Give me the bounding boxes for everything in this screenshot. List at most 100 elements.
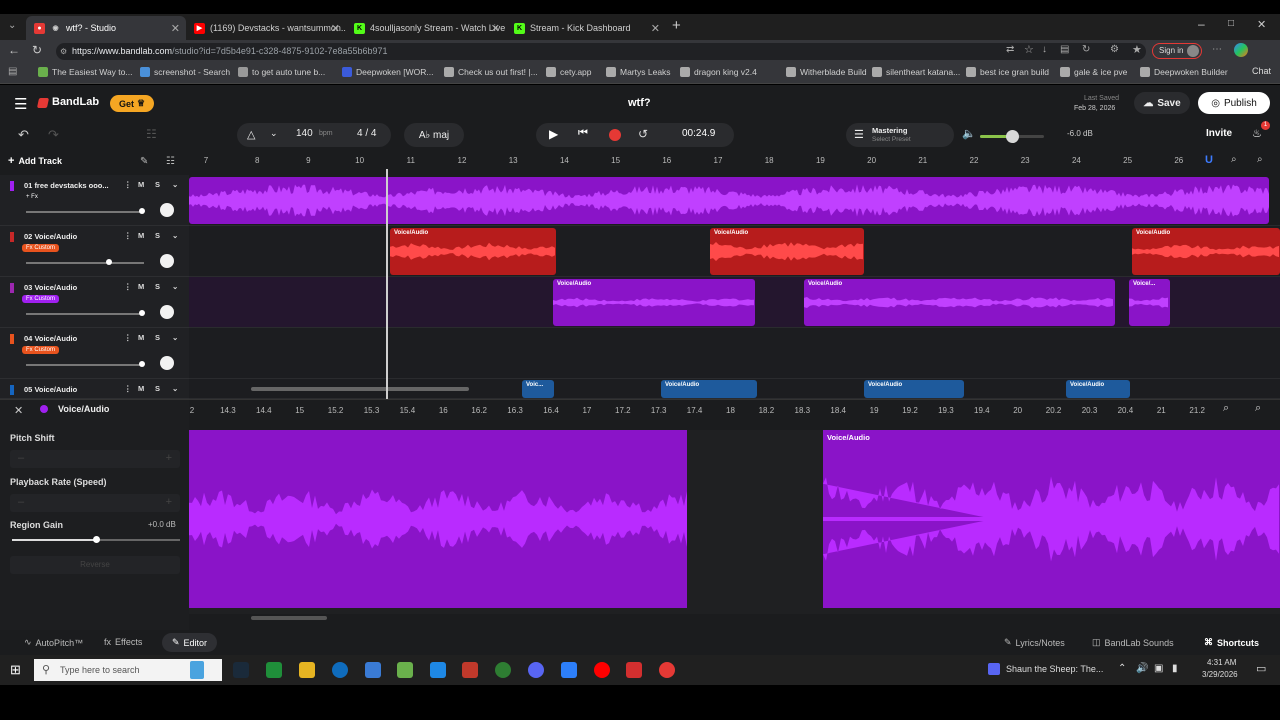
publish-button[interactable]: ◎ Publish — [1198, 92, 1270, 114]
bookmark-item[interactable]: best ice gran build — [966, 67, 1049, 77]
back-icon[interactable]: ← — [8, 43, 20, 57]
notifications-icon[interactable]: ▭ — [1256, 662, 1266, 675]
project-title[interactable]: wtf? — [628, 97, 651, 109]
magnet-icon[interactable]: U — [1205, 154, 1213, 166]
audio-region[interactable]: Voice/Audio — [1132, 228, 1280, 275]
excel-icon[interactable] — [266, 662, 282, 678]
loop-icon[interactable]: ↺ — [638, 127, 648, 141]
solo-button[interactable]: S — [155, 231, 160, 240]
region-gain-thumb[interactable] — [93, 536, 100, 543]
chevron-down-icon[interactable]: ⌄ — [172, 282, 178, 291]
track-name[interactable]: 03 Voice/Audio — [24, 283, 77, 292]
pan-knob[interactable] — [160, 254, 174, 268]
network-icon[interactable]: ▣ — [1154, 663, 1163, 674]
pitch-shift-stepper[interactable]: – + — [10, 450, 180, 468]
windows-start-icon[interactable]: ⊞ — [10, 662, 21, 678]
shortcuts-button[interactable]: ⌘ Shortcuts — [1204, 637, 1259, 648]
close-icon[interactable]: ✕ — [651, 22, 660, 35]
tab-kick-dashboard[interactable]: K Stream - Kick Dashboard ✕ — [506, 16, 666, 40]
time-display[interactable]: 00:24.9 — [682, 128, 715, 139]
undo-icon[interactable]: ↶ — [18, 127, 29, 143]
editor-button[interactable]: ✎ Editor — [162, 633, 218, 652]
audio-region[interactable]: Voice/Audio — [553, 279, 755, 326]
plus-icon[interactable]: + — [166, 496, 172, 508]
editor-audio-region[interactable]: Voice/Audio — [823, 430, 1280, 608]
redo-icon[interactable]: ↷ — [48, 127, 59, 143]
effects-button[interactable]: fx Effects — [104, 637, 142, 647]
new-tab-icon[interactable]: + — [672, 17, 681, 34]
bookmark-item[interactable]: Martys Leaks — [606, 67, 671, 77]
audio-region[interactable]: Voice/Audio — [804, 279, 1115, 326]
track-more-icon[interactable]: ⋮ — [124, 231, 132, 240]
menu-icon[interactable]: ☰ — [14, 95, 27, 113]
lyrics-button[interactable]: ✎ Lyrics/Notes — [1004, 637, 1065, 648]
magic-wand-icon[interactable]: ✎ — [140, 156, 148, 167]
editor-ruler[interactable]: 2 14.3 14.4 15 15.2 15.3 15.4 16 16.2 16.3 16.4 17 1… — [189, 400, 1280, 422]
track-lane[interactable] — [189, 328, 1280, 379]
solo-button[interactable]: S — [155, 180, 160, 189]
solo-button[interactable]: S — [155, 384, 160, 393]
chevron-down-icon[interactable]: ⌄ — [172, 231, 178, 240]
track-volume-slider[interactable] — [26, 208, 145, 214]
solo-button[interactable]: S — [155, 282, 160, 291]
invite-button[interactable]: Invite — [1206, 128, 1232, 139]
solo-button[interactable]: S — [155, 333, 160, 342]
minimize-icon[interactable]: – — [1198, 17, 1205, 31]
timeline-ruler[interactable]: 7 8 9 10 11 12 13 14 15 16 17 18 19 20 21 22 23 24 25 26 U … — [189, 151, 1280, 175]
track-volume-thumb[interactable] — [138, 208, 145, 214]
url-field[interactable]: ⚙ https://www.bandlab.com/studio?id=7d5b… — [56, 43, 1146, 60]
mute-button[interactable]: M — [138, 282, 144, 291]
mute-button[interactable]: M — [138, 333, 144, 342]
track-volume-thumb[interactable] — [105, 259, 112, 265]
close-icon[interactable]: ✕ — [14, 404, 23, 417]
tab-search-icon[interactable]: ⌄ — [8, 20, 16, 31]
speaker-icon[interactable]: 🔈 — [962, 127, 976, 140]
record-icon[interactable] — [609, 129, 621, 141]
bell-icon[interactable]: ♨ — [1252, 127, 1262, 140]
track-lane[interactable]: Voice/Audio Voice/Audio Voice/Audio — [189, 226, 1280, 277]
track-name[interactable]: 02 Voice/Audio — [24, 232, 77, 241]
bookmark-item[interactable]: gale & ice pve — [1060, 67, 1127, 77]
pan-knob[interactable] — [160, 305, 174, 319]
audio-region[interactable]: Voice/... — [1129, 279, 1170, 326]
region-gain-slider[interactable] — [12, 536, 180, 543]
reverse-button[interactable]: Reverse — [10, 556, 180, 574]
reload-icon[interactable]: ↻ — [32, 43, 42, 57]
audio-region[interactable]: Voic... — [522, 380, 554, 398]
volume-icon[interactable]: 🔊 — [1136, 663, 1148, 674]
save-button[interactable]: ☁ Save — [1134, 92, 1190, 114]
mastering-button[interactable]: ☰ Mastering Select Preset — [846, 123, 954, 147]
track-more-icon[interactable]: ⋮ — [124, 333, 132, 342]
chevron-down-icon[interactable]: ⌄ — [270, 128, 278, 139]
chevron-down-icon[interactable]: ⌄ — [172, 333, 178, 342]
bookmark-item[interactable]: dragon king v2.4 — [680, 67, 757, 77]
discord-icon[interactable] — [528, 662, 544, 678]
apps-icon[interactable]: ▤ — [8, 66, 17, 77]
track-volume-slider[interactable] — [26, 310, 145, 316]
chrome-icon[interactable] — [495, 662, 511, 678]
mute-button[interactable]: M — [138, 231, 144, 240]
autopitch-button[interactable]: ∿ AutoPitch™ — [24, 637, 83, 648]
track-header[interactable]: 01 free devstacks ooo... + Fx ⋮ M S ⌄ — [0, 175, 189, 226]
track-volume-slider[interactable] — [26, 259, 144, 265]
tempo-value[interactable]: 140 — [296, 128, 313, 139]
track-name[interactable]: 01 free devstacks ooo... — [24, 181, 109, 190]
track-header[interactable]: 02 Voice/Audio Fx Custom ⋮ M S ⌄ — [0, 226, 189, 277]
maximize-icon[interactable]: □ — [1228, 18, 1234, 29]
audio-region[interactable]: Voice/Audio — [864, 380, 964, 398]
playhead[interactable] — [386, 169, 388, 399]
track-name[interactable]: 04 Voice/Audio — [24, 334, 77, 343]
steam-icon[interactable] — [233, 662, 249, 678]
audio-region[interactable]: Voice/Audio — [1066, 380, 1130, 398]
close-window-icon[interactable]: ✕ — [1257, 18, 1266, 31]
add-track-button[interactable]: + Add Track — [8, 155, 62, 167]
audio-region[interactable]: Voice/Audio — [710, 228, 864, 275]
acrobat-icon[interactable] — [626, 662, 642, 678]
clock-date[interactable]: 3/29/2026 — [1202, 670, 1238, 679]
track-header[interactable]: 04 Voice/Audio Fx Custom ⋮ M S ⌄ — [0, 328, 189, 379]
key-selector[interactable]: A♭ maj — [404, 123, 464, 147]
app-icon[interactable] — [430, 662, 446, 678]
mixer-icon[interactable]: ☷ — [146, 127, 157, 141]
sign-in-button[interactable]: Sign in — [1152, 43, 1202, 59]
close-icon[interactable]: ✕ — [171, 22, 180, 35]
